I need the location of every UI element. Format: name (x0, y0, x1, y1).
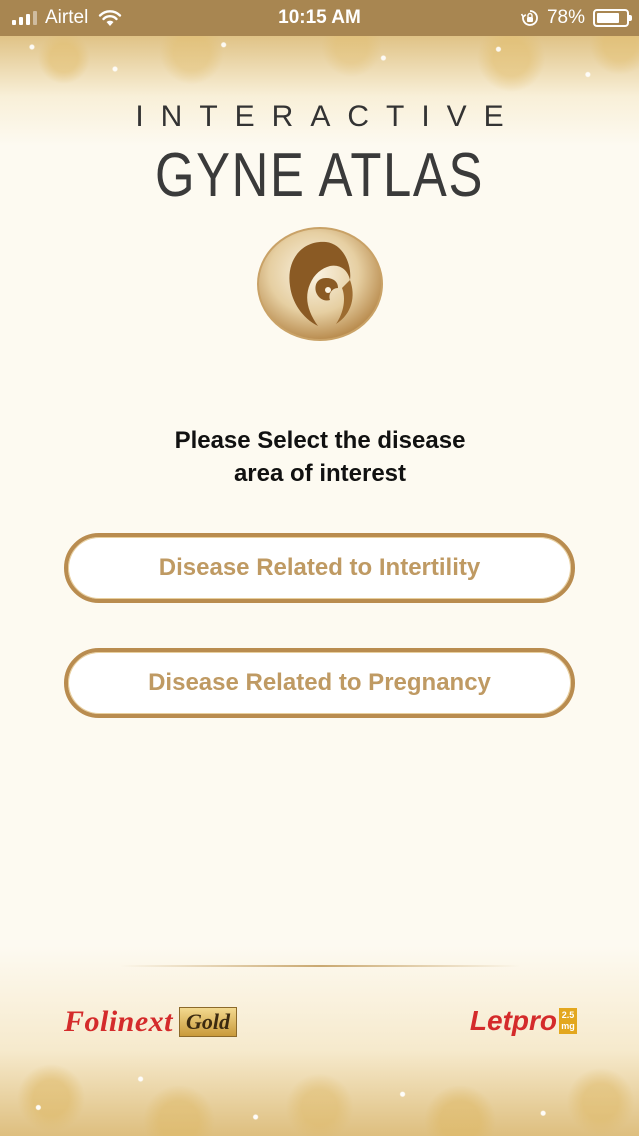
selection-prompt: Please Select the disease area of intere… (120, 424, 520, 490)
folinext-brand-name: Folinext (64, 1005, 174, 1038)
option-label: Disease Related to Pregnancy (148, 669, 491, 696)
app-subtitle: INTERACTIVE (135, 100, 521, 133)
status-bar: Airtel 10:15 AM 78% (0, 0, 639, 36)
infertility-option-button[interactable]: Disease Related to Intertility (64, 533, 575, 603)
dose-unit: mg (561, 1021, 575, 1031)
battery-icon (593, 9, 632, 27)
dose-value: 2.5 (561, 1010, 575, 1020)
battery-level (597, 13, 619, 23)
app-title: GYNE ATLAS (154, 141, 485, 210)
mother-child-logo (257, 227, 383, 341)
rotation-lock-icon (520, 10, 538, 26)
pregnancy-option-button[interactable]: Disease Related to Pregnancy (64, 648, 575, 718)
letpro-brand-name: Letpro (469, 1005, 557, 1036)
gold-badge: Gold (179, 1007, 238, 1037)
letpro-logo: Letpro 2.5 mg (470, 1005, 577, 1037)
sparkle-background-bottom (0, 946, 639, 1136)
footer-divider (120, 965, 520, 967)
prompt-line-1: Please Select the disease (174, 427, 466, 454)
dose-badge: 2.5 mg (559, 1008, 577, 1034)
status-right: 78% (520, 0, 632, 36)
prompt-line-2: area of interest (233, 460, 407, 487)
folinext-gold-logo: Folinext Gold (64, 1005, 238, 1039)
option-label: Disease Related to Intertility (158, 554, 481, 581)
battery-percent: 78% (546, 7, 585, 28)
